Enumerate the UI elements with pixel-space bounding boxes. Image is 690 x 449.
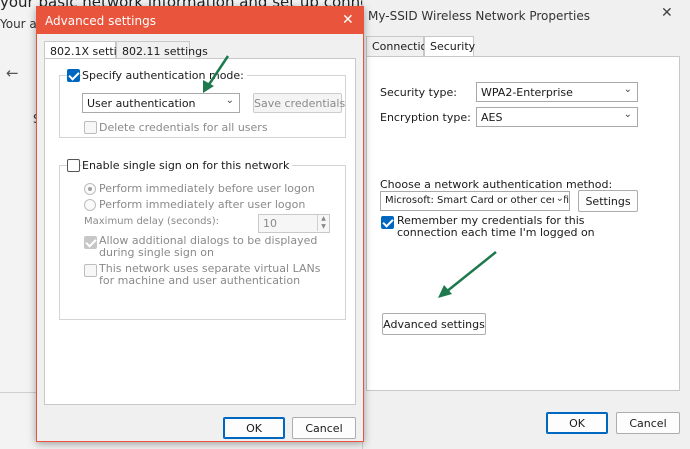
annotation-arrows bbox=[203, 55, 497, 298]
arrow-icon bbox=[203, 55, 230, 93]
arrow-icon bbox=[438, 251, 497, 298]
